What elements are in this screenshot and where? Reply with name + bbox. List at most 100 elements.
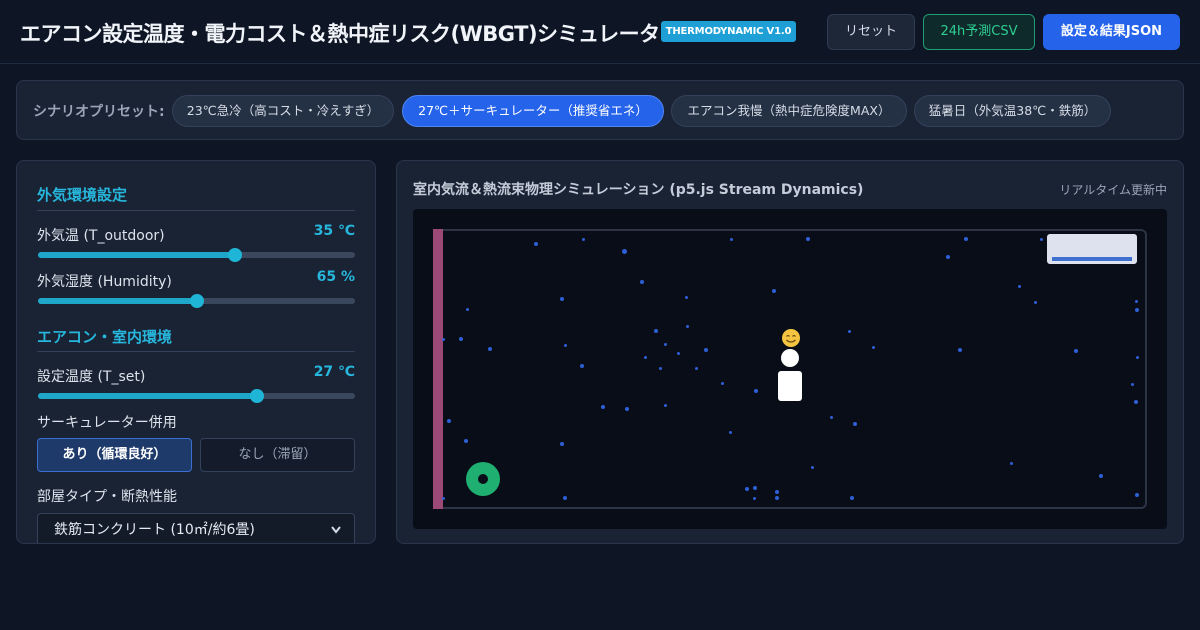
air-particle bbox=[946, 255, 950, 259]
air-particle bbox=[663, 403, 667, 407]
simulation-title: 室内気流＆熱流束物理シミュレーション (p5.js Stream Dynamic… bbox=[413, 182, 864, 198]
slider-fill bbox=[38, 298, 197, 304]
air-particle bbox=[847, 329, 851, 333]
circulator-on-button[interactable]: あり（循環良好） bbox=[37, 438, 192, 472]
scenario-presets-bar: シナリオプリセット: 23℃急冷（高コスト・冷えすぎ） 27℃＋サーキュレーター… bbox=[16, 80, 1184, 140]
air-particle bbox=[685, 324, 689, 328]
reset-button[interactable]: リセット bbox=[827, 14, 915, 50]
air-particle bbox=[704, 348, 708, 352]
air-particle bbox=[871, 345, 875, 349]
section-divider bbox=[37, 210, 355, 211]
set-temp-value: 27 ℃ bbox=[313, 364, 355, 380]
slider-thumb[interactable] bbox=[249, 389, 264, 403]
export-json-button[interactable]: 設定＆結果JSON bbox=[1043, 14, 1180, 50]
room-outline bbox=[433, 229, 1147, 509]
air-particle bbox=[621, 248, 627, 254]
air-particle bbox=[640, 280, 644, 284]
air-particle bbox=[488, 347, 492, 351]
circulator-label: サーキュレーター併用 bbox=[37, 415, 177, 431]
presets-label: シナリオプリセット: bbox=[33, 104, 165, 120]
air-particle bbox=[853, 422, 857, 426]
air-particle bbox=[694, 366, 698, 370]
person-body bbox=[778, 371, 802, 401]
air-particle bbox=[1009, 461, 1013, 465]
app-header: エアコン設定温度・電力コスト＆熱中症リスク(WBGT)シミュレーター THERM… bbox=[0, 0, 1200, 64]
air-particle bbox=[654, 329, 658, 333]
person-head bbox=[781, 349, 799, 367]
circulator-off-button[interactable]: なし（滞留） bbox=[200, 438, 355, 472]
air-particle bbox=[560, 442, 564, 446]
air-particle bbox=[534, 242, 538, 246]
air-particle bbox=[1039, 237, 1043, 241]
room-type-selected: 鉄筋コンクリート (10㎡/約6畳) bbox=[54, 522, 255, 538]
humidity-label: 外気湿度 (Humidity) bbox=[37, 274, 172, 290]
slider-thumb[interactable] bbox=[189, 294, 204, 308]
air-particle bbox=[447, 419, 451, 423]
set-temp-slider[interactable] bbox=[38, 389, 355, 403]
outdoor-section-title: 外気環境設定 bbox=[37, 186, 128, 204]
preset-no-ac[interactable]: エアコン我慢（熱中症危険度MAX） bbox=[671, 95, 907, 127]
air-particle bbox=[1099, 474, 1103, 478]
air-particle bbox=[810, 465, 814, 469]
air-particle bbox=[658, 366, 662, 370]
air-particle bbox=[465, 307, 469, 311]
outdoor-temp-label: 外気温 (T_outdoor) bbox=[37, 228, 165, 244]
air-particle bbox=[676, 351, 680, 355]
comfort-emoji bbox=[782, 329, 800, 347]
simulation-canvas[interactable] bbox=[413, 209, 1167, 529]
preset-rapid-cool[interactable]: 23℃急冷（高コスト・冷えすぎ） bbox=[172, 95, 394, 127]
air-particle bbox=[1033, 300, 1037, 304]
simulation-status: リアルタイム更新中 bbox=[1059, 183, 1167, 197]
air-particle bbox=[464, 439, 468, 443]
air-particle bbox=[563, 343, 567, 347]
set-temp-label: 設定温度 (T_set) bbox=[37, 369, 146, 385]
fan-hub bbox=[478, 474, 488, 484]
air-particle bbox=[1134, 400, 1138, 404]
air-particle bbox=[752, 496, 756, 500]
air-particle bbox=[581, 237, 585, 241]
air-particle bbox=[753, 486, 757, 490]
chevron-down-icon bbox=[330, 514, 342, 543]
version-badge: THERMODYNAMIC V1.0 bbox=[661, 21, 796, 42]
air-particle bbox=[720, 381, 724, 385]
air-particle bbox=[829, 415, 833, 419]
air-particle bbox=[684, 295, 688, 299]
air-particle bbox=[1130, 382, 1134, 386]
preset-heatwave[interactable]: 猛暑日（外気温38℃・鉄筋） bbox=[914, 95, 1111, 127]
slider-fill bbox=[38, 252, 235, 258]
air-particle bbox=[441, 337, 445, 341]
air-particle bbox=[728, 430, 732, 434]
air-particle bbox=[745, 487, 749, 491]
air-particle bbox=[663, 342, 667, 346]
air-particle bbox=[729, 237, 733, 241]
ac-section-title: エアコン・室内環境 bbox=[37, 328, 173, 346]
humidity-slider[interactable] bbox=[38, 294, 355, 308]
outdoor-temp-slider[interactable] bbox=[38, 248, 355, 262]
export-csv-button[interactable]: 24h予測CSV bbox=[923, 14, 1035, 50]
air-particle bbox=[459, 337, 463, 341]
air-particle bbox=[601, 405, 605, 409]
air-particle bbox=[754, 389, 758, 393]
air-particle bbox=[1135, 355, 1139, 359]
humidity-value: 65 % bbox=[316, 269, 355, 285]
air-particle bbox=[772, 289, 776, 293]
app-title: エアコン設定温度・電力コスト＆熱中症リスク(WBGT)シミュレーター bbox=[20, 22, 681, 46]
preset-recommended-eco[interactable]: 27℃＋サーキュレーター（推奨省エネ） bbox=[402, 95, 664, 127]
slider-thumb[interactable] bbox=[227, 248, 242, 262]
section-divider bbox=[37, 351, 355, 352]
window-wall bbox=[433, 229, 443, 509]
air-particle bbox=[580, 364, 584, 368]
air-particle bbox=[1074, 349, 1078, 353]
outdoor-temp-value: 35 ℃ bbox=[313, 223, 355, 239]
room-type-select[interactable]: 鉄筋コンクリート (10㎡/約6畳) bbox=[37, 513, 355, 543]
air-particle bbox=[775, 490, 779, 494]
air-particle bbox=[1134, 299, 1138, 303]
settings-panel: 外気環境設定 外気温 (T_outdoor) 35 ℃ 外気湿度 (Humidi… bbox=[16, 160, 376, 544]
air-particle bbox=[625, 407, 629, 411]
slider-fill bbox=[38, 393, 257, 399]
air-particle bbox=[1135, 308, 1139, 312]
air-particle bbox=[560, 297, 564, 301]
air-particle bbox=[850, 496, 854, 500]
air-particle bbox=[563, 496, 567, 500]
air-particle bbox=[958, 348, 962, 352]
